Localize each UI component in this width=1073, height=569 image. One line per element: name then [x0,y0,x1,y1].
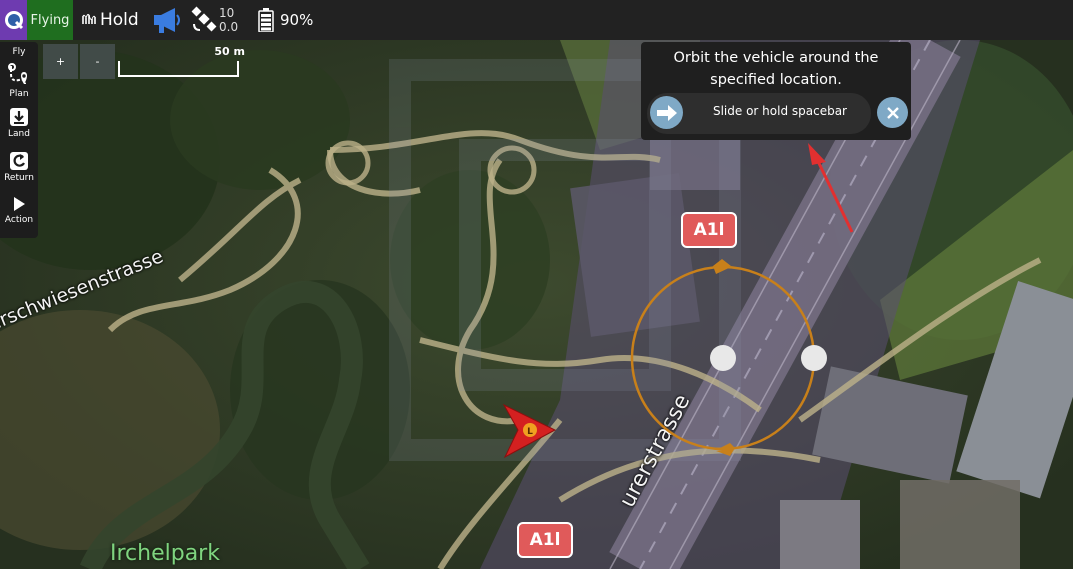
tool-label: Fly [12,46,26,57]
qgc-logo-icon[interactable] [0,0,27,40]
tool-label: Land [8,129,30,139]
satellite-imagery [0,0,1073,569]
tool-land[interactable]: Land [0,104,38,148]
flight-state-indicator[interactable]: Flying [27,0,73,40]
close-icon [886,106,899,119]
tool-fly[interactable]: Fly [0,42,38,60]
battery-percentage: 90% [280,11,314,29]
tool-return[interactable]: Return [0,148,38,192]
mode-waveform-icon [82,13,96,24]
satellite-icon [191,6,217,32]
tool-label: Action [4,215,34,225]
plan-route-icon [8,63,27,85]
map-scale-bar [118,61,239,77]
tool-action[interactable]: Action [0,192,38,236]
map-view[interactable] [0,0,1073,569]
battery-icon [258,8,274,32]
map-scale-label: 50 m [214,45,245,58]
highway-shield: A1l [681,212,737,248]
play-icon [14,197,25,211]
land-icon [10,108,28,126]
gps-indicator[interactable]: 10 0.0 [191,0,238,40]
tool-label: Plan [9,89,29,99]
guided-action-panel: Orbit the vehicle around the specified l… [641,42,911,140]
messages-button[interactable] [151,0,183,40]
megaphone-icon [154,8,180,33]
zoom-out-button[interactable]: - [80,44,115,79]
highway-shield: A1l [517,522,573,558]
tool-plan[interactable]: Plan [0,60,38,104]
slide-to-confirm-handle[interactable] [650,96,683,129]
park-label: Irchelpark [110,541,220,566]
battery-indicator[interactable]: 90% [258,0,313,40]
flight-mode-selector[interactable]: Hold [82,0,139,40]
tool-strip: Fly Plan Land Return Action [0,42,38,238]
flight-mode-label: Hold [100,10,139,30]
slide-to-confirm-label: Slide or hold spacebar [712,104,847,118]
guided-action-message: Orbit the vehicle around the specified l… [673,50,879,88]
gps-satellite-count: 10 [219,6,235,20]
arrow-right-icon [656,104,677,121]
top-toolbar: Flying Hold 10 0.0 90% [0,0,1073,40]
zoom-in-button[interactable]: + [43,44,78,79]
tool-label: Return [4,173,34,183]
cancel-action-button[interactable] [877,97,908,128]
gps-hdop: 0.0 [219,20,239,34]
return-icon [10,152,28,170]
